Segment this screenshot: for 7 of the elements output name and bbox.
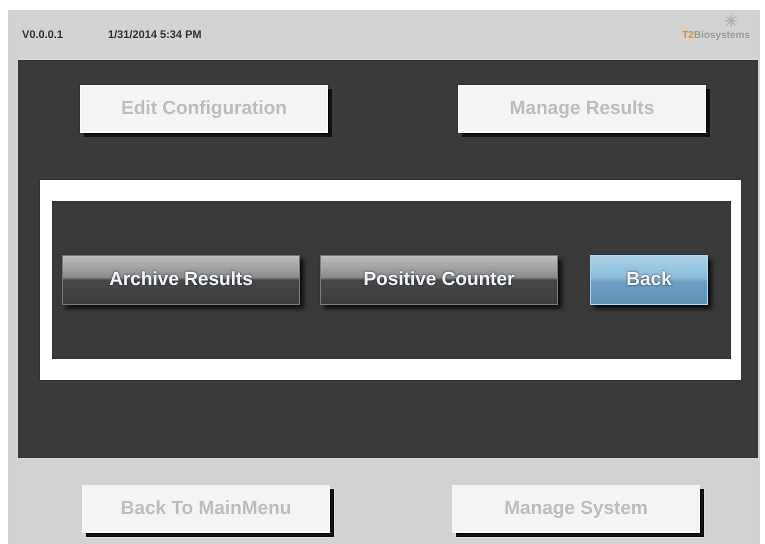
logo-icon (724, 14, 738, 28)
dialog-button[interactable]: Back (590, 255, 708, 305)
version-label: V0.0.0.1 (22, 29, 64, 41)
date-time: 1/31/2014 5:34 PM (108, 29, 203, 41)
company-logo: T2Biosystems (682, 30, 750, 40)
dialog-button[interactable]: Archive Results (62, 255, 300, 305)
dialog-button[interactable]: Positive Counter (320, 255, 558, 305)
